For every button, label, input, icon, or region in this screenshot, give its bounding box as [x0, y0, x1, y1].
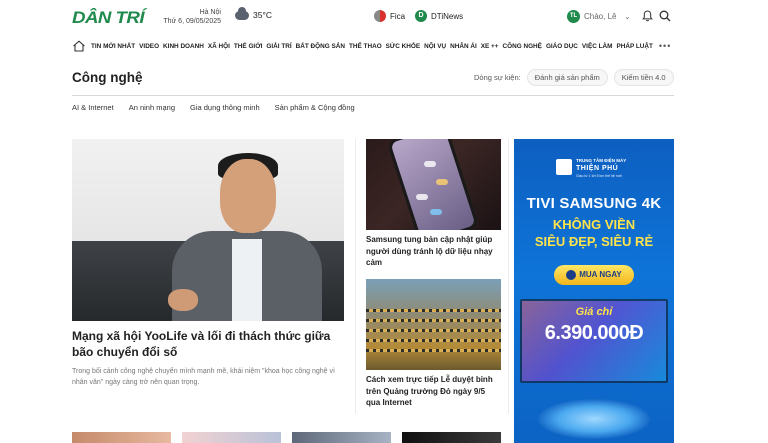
- nav-item-giai-tri[interactable]: GIẢI TRÍ: [266, 43, 291, 50]
- nav-item-giao-duc[interactable]: GIÁO DỤC: [546, 43, 578, 50]
- nav-item-kinh-doanh[interactable]: KINH DOANH: [163, 43, 204, 50]
- location-date: Hà Nội Thứ 6, 09/05/2025: [155, 9, 221, 25]
- subcategory-nav: AI & Internet An ninh mạng Gia dụng thôn…: [72, 103, 355, 112]
- fica-logo-icon: [374, 10, 386, 22]
- store-logo-icon: [556, 159, 572, 175]
- cart-icon: [566, 269, 577, 280]
- ad-headline: TIVI SAMSUNG 4K: [526, 195, 662, 212]
- fica-link[interactable]: Fica: [374, 10, 405, 22]
- nav-item-nhan-ai[interactable]: NHÂN ÁI: [450, 43, 477, 50]
- avatar: TL: [567, 10, 580, 23]
- ad-buy-button[interactable]: MUA NGAY: [554, 265, 634, 285]
- article-thumbnail[interactable]: [402, 432, 501, 443]
- section-divider: [72, 95, 674, 96]
- ad-store-subtitle: TRUNG TÂM ĐIỆN MÁY: [576, 158, 627, 163]
- lead-article-image[interactable]: [72, 139, 344, 321]
- nav-item-video[interactable]: VIDEO: [139, 43, 159, 50]
- nav-item-phap-luat[interactable]: PHÁP LUẬT: [616, 43, 652, 50]
- bell-icon[interactable]: [642, 10, 653, 22]
- nav-item-bat-dong-san[interactable]: BẤT ĐỘNG SẢN: [296, 43, 345, 50]
- ad-stand-graphic: [538, 399, 650, 439]
- nav-item-viec-lam[interactable]: VIỆC LÀM: [582, 43, 613, 50]
- ad-subheadline-2: SIÊU ĐẸP, SIÊU RẺ: [534, 234, 654, 249]
- nav-item-noi-vu[interactable]: NỘI VỤ: [424, 43, 446, 50]
- nav-item-suc-khoe[interactable]: SỨC KHỎE: [386, 43, 420, 50]
- dtinews-label: DTiNews: [431, 11, 464, 21]
- site-logo[interactable]: DÂN TRÍ: [72, 8, 145, 28]
- location-city: Hà Nội: [199, 9, 221, 16]
- article-thumbnail[interactable]: [292, 432, 391, 443]
- ad-store-tagline: Giao từ 1 tới 5 km thế hệ mới: [576, 174, 622, 178]
- side-article-image-samsung[interactable]: [366, 139, 501, 230]
- event-stream-label: Dòng sự kiện:: [474, 73, 521, 82]
- nav-item-xe[interactable]: XE ++: [481, 43, 499, 50]
- search-icon[interactable]: [659, 10, 671, 22]
- nav-item-cong-nghe[interactable]: CÔNG NGHỆ: [503, 43, 542, 50]
- page-title: Công nghệ: [72, 70, 143, 85]
- weather-temp: 35°C: [253, 10, 272, 20]
- main-nav: TIN MỚI NHẤT VIDEO KINH DOANH XÃ HỘI THẾ…: [72, 38, 674, 54]
- top-header: DÂN TRÍ Hà Nội Thứ 6, 09/05/2025 35°C Fi…: [0, 0, 768, 34]
- user-menu[interactable]: TL Chào, Lê ⌄: [567, 10, 630, 23]
- nav-item-tin-moi-nhat[interactable]: TIN MỚI NHẤT: [91, 43, 135, 50]
- article-thumbnail[interactable]: [182, 432, 281, 443]
- article-thumbnail[interactable]: [72, 432, 171, 443]
- current-date: Thứ 6, 09/05/2025: [163, 18, 221, 25]
- subnav-ai-internet[interactable]: AI & Internet: [72, 103, 114, 112]
- side-article-image-parade[interactable]: [366, 279, 501, 370]
- nav-item-the-thao[interactable]: THỂ THAO: [349, 43, 382, 50]
- user-greeting: Chào, Lê: [584, 12, 617, 21]
- dtinews-logo-icon: D: [415, 10, 427, 22]
- event-chip-danh-gia[interactable]: Đánh giá sản phẩm: [526, 69, 608, 86]
- subnav-san-pham[interactable]: Sản phẩm & Cộng đồng: [275, 103, 355, 112]
- column-divider: [508, 139, 509, 414]
- dtinews-link[interactable]: D DTiNews: [415, 10, 463, 22]
- ad-subheadline: KHÔNG VIỀN: [552, 217, 636, 232]
- advertisement-banner[interactable]: TRUNG TÂM ĐIỆN MÁY THIỆN PHÚ Giao từ 1 t…: [514, 139, 674, 443]
- home-icon[interactable]: [72, 40, 86, 52]
- chevron-down-icon: ⌄: [624, 13, 631, 21]
- ad-buy-label: MUA NGAY: [579, 270, 622, 279]
- weather-widget[interactable]: 35°C: [235, 6, 272, 20]
- lead-article-summary: Trong bối cảnh công nghệ chuyển mình mạn…: [72, 368, 335, 386]
- more-menu-icon[interactable]: •••: [659, 41, 671, 51]
- nav-item-the-gioi[interactable]: THẾ GIỚI: [234, 43, 263, 50]
- ad-store-name: THIỆN PHÚ: [576, 165, 619, 172]
- event-stream: Dòng sự kiện: Đánh giá sản phẩm Kiếm tiề…: [474, 69, 674, 86]
- event-chip-kiem-tien[interactable]: Kiếm tiền 4.0: [613, 69, 674, 86]
- ad-price-label: Giá chỉ: [575, 306, 613, 318]
- ad-price: 6.390.000Đ: [544, 322, 644, 344]
- side-article-title-samsung[interactable]: Samsung tung bản cập nhật giúp người dùn…: [366, 234, 501, 269]
- fica-label: Fica: [390, 11, 406, 21]
- subnav-gia-dung[interactable]: Gia dụng thông minh: [190, 103, 260, 112]
- nav-item-xa-hoi[interactable]: XÃ HỘI: [208, 43, 230, 50]
- side-article-title-parade[interactable]: Cách xem trực tiếp Lễ duyệt binh trên Qu…: [366, 374, 501, 409]
- cloud-icon: [235, 6, 249, 20]
- lead-article-title[interactable]: Mạng xã hội YooLife và lối đi thách thức…: [72, 328, 344, 360]
- subnav-an-ninh-mang[interactable]: An ninh mạng: [129, 103, 175, 112]
- column-divider: [355, 139, 356, 414]
